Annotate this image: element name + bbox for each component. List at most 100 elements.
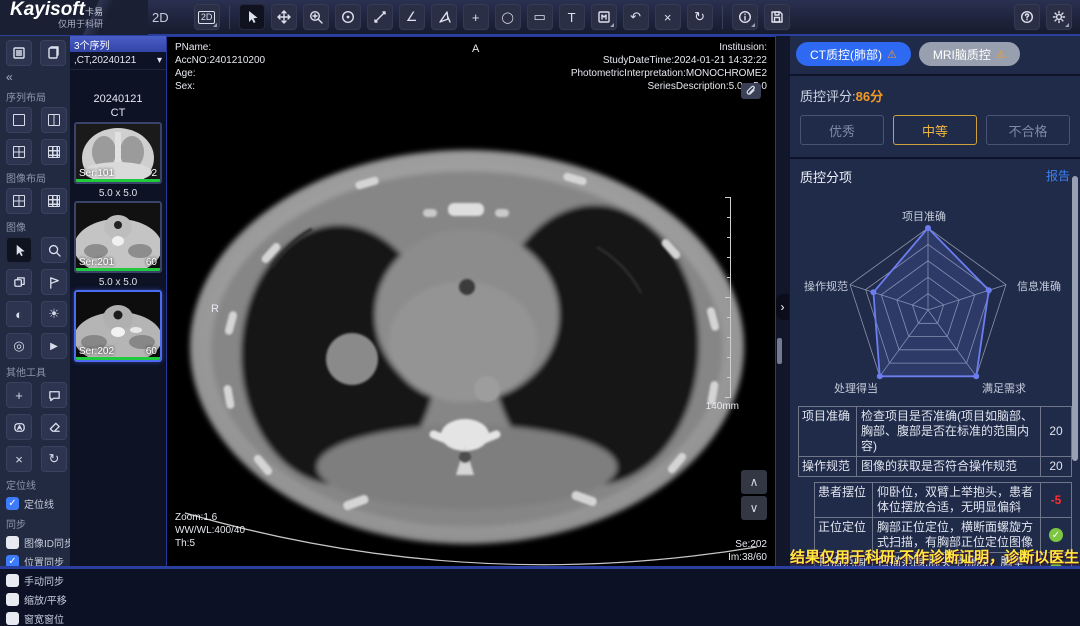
text-tool-button[interactable]: T <box>559 4 585 30</box>
row-desc: 检查项目是否准确(项目如脑部、胸部、腹部是否在标准的范围内容) <box>857 407 1041 456</box>
sync-option-row[interactable]: 缩放/平移 <box>6 592 70 607</box>
image-stack-scrollbar[interactable] <box>777 338 782 364</box>
layout-1x1-button[interactable] <box>6 107 32 133</box>
image-viewport[interactable]: PName: AccNO:2401210200 Age: Sex: A R In… <box>166 36 776 569</box>
sb-eraser-button[interactable] <box>41 414 67 440</box>
study-dropdown[interactable]: ,CT,20240121 ▾ <box>70 52 166 70</box>
sync-option-row[interactable]: 图像ID同步 <box>6 535 70 550</box>
report-panel-button[interactable] <box>40 40 66 66</box>
locator-checkbox-label: 定位线 <box>24 496 54 511</box>
angle-tool-button[interactable]: ∠ <box>399 4 425 30</box>
sb-invert-button[interactable]: ◐ <box>6 301 32 327</box>
ellipse-tool-button[interactable]: ◯ <box>495 4 521 30</box>
sb-cursor-button[interactable] <box>6 237 32 263</box>
table-row: 操作规范 图像的获取是否符合操作规范 20 <box>798 457 1072 477</box>
gear-icon <box>1052 10 1066 24</box>
save-button[interactable] <box>764 4 790 30</box>
series-thumbnail-201[interactable]: Ser:201 60 <box>74 201 162 273</box>
series-group-modality: CT <box>70 106 166 120</box>
chevron-down-icon: ▾ <box>157 55 162 66</box>
qc-panel: CT质控(肺部) ⚠ MRI脑质控 ⚠ 质控评分:86分 优秀 中等 不合格 质… <box>790 36 1080 569</box>
checkbox-unchecked[interactable] <box>6 612 19 625</box>
tab-ct-qc[interactable]: CT质控(肺部) ⚠ <box>796 42 911 66</box>
cursor-tool-button[interactable] <box>239 4 265 30</box>
help-button[interactable] <box>1014 4 1040 30</box>
sync-option-row[interactable]: 手动同步 <box>6 573 70 588</box>
sb-close-button[interactable]: × <box>6 446 32 472</box>
sb-stamp-button[interactable] <box>6 414 32 440</box>
point-tool-button[interactable]: + <box>463 4 489 30</box>
grade-fail-button[interactable]: 不合格 <box>986 115 1070 145</box>
layout-1x2-icon <box>48 114 60 126</box>
radar-label: 满足需求 <box>982 380 1026 396</box>
report-link[interactable]: 报告 <box>1046 167 1070 186</box>
scroll-up-button[interactable]: ∧ <box>741 470 767 494</box>
logo-mark: 卡易 <box>85 7 103 17</box>
zoom-tool-button[interactable] <box>303 4 329 30</box>
thumb-loaded-bar <box>76 268 160 271</box>
scroll-down-button[interactable]: ∨ <box>741 496 767 520</box>
checkbox-unchecked[interactable] <box>6 536 19 549</box>
img-layout-3x3-button[interactable] <box>41 188 67 214</box>
undo-button[interactable]: ↶ <box>623 4 649 30</box>
study-dropdown-value: ,CT,20240121 <box>74 55 136 66</box>
series-thumbnail-202-selected[interactable]: Ser:202 60 <box>74 290 162 362</box>
mode-label: 2D <box>152 10 169 25</box>
sb-comment-button[interactable] <box>41 382 67 408</box>
sb-add-button[interactable]: + <box>6 382 32 408</box>
warning-icon: ⚠ <box>996 48 1006 61</box>
locator-checkbox-row[interactable]: ✓ 定位线 <box>6 496 70 511</box>
checkbox-checked[interactable]: ✓ <box>6 497 19 510</box>
layout-2x2-icon <box>13 146 25 158</box>
pan-tool-button[interactable] <box>271 4 297 30</box>
link-series-button[interactable] <box>741 83 761 99</box>
img-layout-2x2-icon <box>13 195 25 207</box>
grade-excellent-button[interactable]: 优秀 <box>800 115 884 145</box>
sb-brightness-button[interactable]: ☀ <box>41 301 67 327</box>
image-number: Im:38/60 <box>728 551 767 564</box>
text-icon: T <box>568 10 576 25</box>
checkbox-unchecked[interactable] <box>6 574 19 587</box>
logo-subtitle: 仅用于科研 <box>58 20 148 29</box>
sb-target-button[interactable]: ◎ <box>6 333 32 359</box>
probe-tool-button[interactable] <box>431 4 457 30</box>
sb-send-button[interactable] <box>41 269 67 295</box>
tab-mri-qc[interactable]: MRI脑质控 ⚠ <box>919 42 1020 66</box>
annotation-tool-button[interactable] <box>591 4 617 30</box>
sb-reset-button[interactable]: ↻ <box>41 446 67 472</box>
layout-2d-button[interactable]: 2D <box>194 4 220 30</box>
grade-medium-button[interactable]: 中等 <box>893 115 977 145</box>
sb-flip-button[interactable] <box>6 269 32 295</box>
2d-icon: 2D <box>198 11 216 24</box>
sync-option-row[interactable]: 窗宽窗位 <box>6 611 70 626</box>
window-level-button[interactable] <box>335 4 361 30</box>
sb-magnify-button[interactable] <box>41 237 67 263</box>
chevron-down-icon: ∨ <box>750 501 759 515</box>
help-icon <box>1020 10 1034 24</box>
checkbox-unchecked[interactable] <box>6 593 19 606</box>
reset-button[interactable]: ↻ <box>687 4 713 30</box>
collapse-sidebar-button[interactable]: « <box>6 70 70 84</box>
info-button[interactable] <box>732 4 758 30</box>
row-score-negative: -5 <box>1041 483 1071 517</box>
rect-tool-button[interactable]: ▭ <box>527 4 553 30</box>
series-list-button[interactable] <box>6 40 32 66</box>
flip-icon <box>13 276 26 289</box>
panel-expand-toggle[interactable]: › <box>776 294 789 320</box>
layout-3x3-button[interactable] <box>41 139 67 165</box>
layout-2x2-button[interactable] <box>6 139 32 165</box>
settings-button[interactable] <box>1046 4 1072 30</box>
chevron-right-icon: › <box>781 300 785 314</box>
img-layout-2x2-button[interactable] <box>6 188 32 214</box>
layout-1x2-button[interactable] <box>41 107 67 133</box>
radar-label: 信息准确 <box>1017 278 1061 294</box>
delete-annotation-button[interactable]: × <box>655 4 681 30</box>
qc-panel-scrollbar[interactable] <box>1072 176 1078 461</box>
sb-cine-play-button[interactable]: ▶ <box>41 333 67 359</box>
length-measure-button[interactable] <box>367 4 393 30</box>
series-panel: 3个序列 ,CT,20240121 ▾ 20240121 CT Ser:101 … <box>70 36 166 569</box>
target-icon: ◎ <box>13 338 24 354</box>
top-toolbar: Kayisoft卡易 仅用于科研 2D 2D ∠ + ◯ ▭ T ↶ × ↻ <box>0 0 1080 36</box>
ruler-label: 140mm <box>706 401 739 412</box>
series-thumbnail-101[interactable]: Ser:101 2 <box>74 122 162 184</box>
